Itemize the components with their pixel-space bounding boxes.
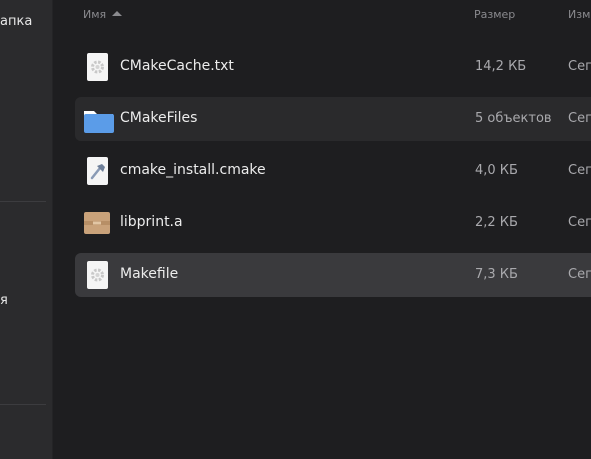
column-header-name[interactable]: Имя: [83, 8, 123, 21]
file-name: cmake_install.cmake: [120, 162, 266, 178]
file-name: libprint.a: [120, 214, 183, 230]
folder-icon: [83, 105, 114, 133]
file-size: 7,3 КБ: [475, 267, 518, 282]
sidebar-item-label[interactable]: апка: [0, 14, 32, 29]
file-modified: Сего: [568, 111, 591, 126]
column-header-modified[interactable]: Измо: [568, 8, 591, 21]
file-size: 14,2 КБ: [475, 59, 527, 74]
file-list-view: Имя Размер Измо CMakeCache.txt 14,2 КБ С…: [53, 0, 591, 459]
archive-box-icon: [83, 209, 111, 237]
column-header-size[interactable]: Размер: [474, 8, 515, 21]
file-modified: Сего: [568, 267, 591, 282]
column-header-name-label: Имя: [83, 8, 107, 21]
sidebar-item-label[interactable]: я: [0, 293, 8, 308]
file-name: Makefile: [120, 266, 179, 282]
file-row[interactable]: cmake_install.cmake 4,0 КБ Сего: [75, 149, 591, 193]
file-row[interactable]: libprint.a 2,2 КБ Сего: [75, 201, 591, 245]
file-name: CMakeCache.txt: [120, 58, 234, 74]
hammer-file-icon: [83, 157, 111, 185]
text-file-gear-icon: [83, 261, 111, 289]
sort-ascending-icon: [112, 11, 123, 16]
file-name: CMakeFiles: [120, 110, 198, 126]
file-row[interactable]: CMakeCache.txt 14,2 КБ Сего: [75, 45, 591, 89]
sidebar-divider: [0, 201, 46, 202]
file-modified: Сего: [568, 215, 591, 230]
sidebar: апка я: [0, 0, 53, 459]
file-row-selected[interactable]: Makefile 7,3 КБ Сего: [75, 253, 591, 297]
file-size: 4,0 КБ: [475, 163, 518, 178]
file-modified: Сего: [568, 163, 591, 178]
file-size: 5 объектов: [475, 111, 552, 126]
file-row[interactable]: CMakeFiles 5 объектов Сего: [75, 97, 591, 141]
file-size: 2,2 КБ: [475, 215, 518, 230]
text-file-gear-icon: [83, 53, 111, 81]
sidebar-divider: [0, 404, 46, 405]
file-modified: Сего: [568, 59, 591, 74]
